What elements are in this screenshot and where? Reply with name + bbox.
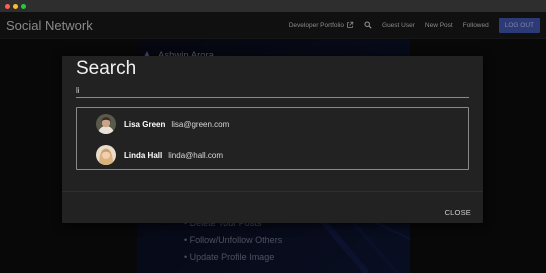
window-titlebar: [0, 0, 546, 12]
new-post-link[interactable]: New Post: [425, 22, 453, 29]
search-modal: Search Lisa Green lisa@green.com: [62, 56, 483, 223]
developer-portfolio-label: Developer Portfolio: [288, 21, 345, 29]
result-item[interactable]: Lisa Green lisa@green.com: [96, 113, 229, 135]
guest-user-link[interactable]: Guest User: [382, 22, 415, 29]
avatar: [96, 114, 116, 134]
close-window-icon[interactable]: [5, 3, 10, 9]
result-email: lisa@green.com: [171, 119, 230, 129]
close-button[interactable]: CLOSE: [445, 208, 471, 217]
avatar-image: [96, 114, 116, 134]
app-window: Social Network Developer Portfolio Guest…: [0, 0, 546, 273]
avatar: [96, 145, 116, 165]
nav-items: Developer Portfolio Guest User New Post …: [289, 17, 540, 33]
result-email: linda@hall.com: [168, 150, 224, 160]
brand-link[interactable]: Social Network: [6, 18, 289, 33]
minimize-window-icon[interactable]: [13, 3, 18, 9]
logout-button[interactable]: LOG OUT: [498, 17, 540, 33]
search-input[interactable]: [76, 83, 469, 98]
result-item[interactable]: Linda Hall linda@hall.com: [96, 144, 223, 166]
modal-title: Search: [76, 58, 137, 79]
external-link-icon: [347, 21, 354, 28]
developer-portfolio-link[interactable]: Developer Portfolio: [289, 21, 354, 29]
search-results: Lisa Green lisa@green.com Linda Hall lin…: [76, 107, 469, 170]
followed-link[interactable]: Followed: [463, 22, 489, 29]
result-name: Lisa Green: [124, 119, 166, 129]
avatar-image: [96, 145, 116, 165]
search-icon[interactable]: [364, 21, 372, 29]
modal-divider: [62, 191, 483, 192]
navbar: Social Network Developer Portfolio Guest…: [0, 12, 546, 39]
maximize-window-icon[interactable]: [21, 3, 26, 9]
result-name: Linda Hall: [124, 150, 163, 160]
